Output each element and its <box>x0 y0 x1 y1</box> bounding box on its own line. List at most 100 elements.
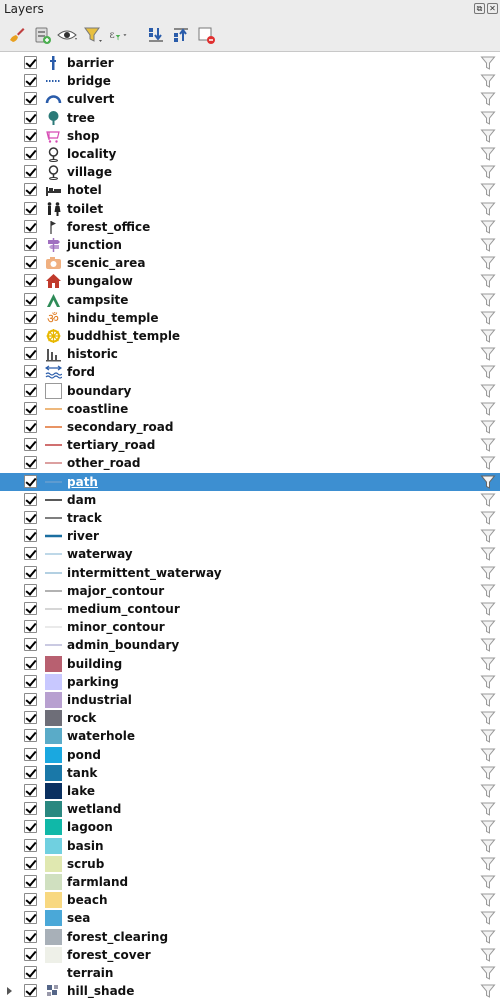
layer-row-major-contour[interactable]: major_contour <box>0 582 500 600</box>
layer-row-beach[interactable]: beach <box>0 891 500 909</box>
layer-row-building[interactable]: building <box>0 655 500 673</box>
add-group-icon[interactable] <box>32 25 52 45</box>
layer-row-boundary[interactable]: boundary <box>0 382 500 400</box>
expand-all-icon[interactable] <box>146 25 166 45</box>
layer-filter-icon[interactable] <box>480 565 496 581</box>
layer-visibility-checkbox[interactable] <box>24 310 37 324</box>
layer-filter-icon[interactable] <box>480 783 496 799</box>
layer-visibility-checkbox[interactable] <box>24 329 37 342</box>
layer-row-village[interactable]: village <box>0 163 500 181</box>
layer-filter-icon[interactable] <box>480 383 496 399</box>
eye-icon[interactable] <box>57 25 77 45</box>
layer-visibility-checkbox[interactable] <box>24 74 37 88</box>
layer-visibility-checkbox[interactable] <box>24 547 37 561</box>
layer-row-junction[interactable]: junction <box>0 236 500 254</box>
layer-filter-icon[interactable] <box>480 292 496 308</box>
layer-row-scrub[interactable]: scrub <box>0 855 500 873</box>
layer-row-pond[interactable]: pond <box>0 746 500 764</box>
layer-filter-icon[interactable] <box>480 237 496 253</box>
layer-visibility-checkbox[interactable] <box>24 92 37 106</box>
layer-row-medium-contour[interactable]: medium_contour <box>0 600 500 618</box>
layer-visibility-checkbox[interactable] <box>24 438 37 452</box>
layer-filter-icon[interactable] <box>480 346 496 362</box>
layer-visibility-checkbox[interactable] <box>24 420 37 433</box>
layer-visibility-checkbox[interactable] <box>24 875 37 888</box>
layer-visibility-checkbox[interactable] <box>24 274 37 288</box>
layer-row-lake[interactable]: lake <box>0 782 500 800</box>
layer-filter-icon[interactable] <box>480 364 496 380</box>
layer-filter-icon[interactable] <box>480 637 496 653</box>
layer-row-barrier[interactable]: barrier <box>0 54 500 72</box>
layer-visibility-checkbox[interactable] <box>24 656 37 670</box>
layer-visibility-checkbox[interactable] <box>24 947 37 961</box>
layer-visibility-checkbox[interactable] <box>24 292 37 306</box>
layer-filter-icon[interactable] <box>480 128 496 144</box>
filter-icon[interactable] <box>83 25 103 45</box>
layer-row-waterhole[interactable]: waterhole <box>0 727 500 745</box>
layer-row-locality[interactable]: locality <box>0 145 500 163</box>
layer-visibility-checkbox[interactable] <box>24 820 37 834</box>
layer-visibility-checkbox[interactable] <box>24 802 37 816</box>
layer-filter-icon[interactable] <box>480 983 496 999</box>
layer-visibility-checkbox[interactable] <box>24 347 37 361</box>
layer-row-culvert[interactable]: culvert <box>0 90 500 108</box>
layer-row-lagoon[interactable]: lagoon <box>0 818 500 836</box>
layer-row-farmland[interactable]: farmland <box>0 873 500 891</box>
layer-visibility-checkbox[interactable] <box>24 565 37 579</box>
float-panel-icon[interactable]: ⧉ <box>474 3 485 14</box>
layer-row-parking[interactable]: parking <box>0 673 500 691</box>
layer-visibility-checkbox[interactable] <box>24 711 37 725</box>
layer-filter-icon[interactable] <box>480 55 496 71</box>
layer-filter-icon[interactable] <box>480 619 496 635</box>
layer-visibility-checkbox[interactable] <box>24 219 37 233</box>
layer-row-other-road[interactable]: other_road <box>0 454 500 472</box>
layer-filter-icon[interactable] <box>480 710 496 726</box>
layer-row-intermittent-waterway[interactable]: intermittent_waterway <box>0 564 500 582</box>
layer-visibility-checkbox[interactable] <box>24 238 37 251</box>
layer-visibility-checkbox[interactable] <box>24 56 37 69</box>
layer-filter-icon[interactable] <box>480 91 496 107</box>
layer-row-minor-contour[interactable]: minor_contour <box>0 618 500 636</box>
layer-row-river[interactable]: river <box>0 527 500 545</box>
layer-visibility-checkbox[interactable] <box>24 966 37 979</box>
layer-row-sea[interactable]: sea <box>0 909 500 927</box>
layer-filter-icon[interactable] <box>480 492 496 508</box>
layer-row-historic[interactable]: historic <box>0 345 500 363</box>
layer-filter-icon[interactable] <box>480 182 496 198</box>
layer-filter-icon[interactable] <box>480 164 496 180</box>
layer-row-scenic-area[interactable]: scenic_area <box>0 254 500 272</box>
layer-visibility-checkbox[interactable] <box>24 929 37 943</box>
layer-visibility-checkbox[interactable] <box>24 620 37 634</box>
collapse-all-icon[interactable] <box>171 25 191 45</box>
layer-visibility-checkbox[interactable] <box>24 784 37 797</box>
layer-visibility-checkbox[interactable] <box>24 201 37 215</box>
layer-row-tertiary-road[interactable]: tertiary_road <box>0 436 500 454</box>
layer-visibility-checkbox[interactable] <box>24 984 37 998</box>
layer-filter-icon[interactable] <box>480 965 496 981</box>
layer-row-rock[interactable]: rock <box>0 709 500 727</box>
layer-row-campsite[interactable]: campsite <box>0 291 500 309</box>
layer-filter-icon[interactable] <box>480 401 496 417</box>
layer-row-wetland[interactable]: wetland <box>0 800 500 818</box>
layer-filter-icon[interactable] <box>480 219 496 235</box>
layer-row-admin-boundary[interactable]: admin_boundary <box>0 636 500 654</box>
layer-row-bridge[interactable]: bridge <box>0 72 500 90</box>
layer-row-dam[interactable]: dam <box>0 491 500 509</box>
layer-row-hotel[interactable]: hotel <box>0 181 500 199</box>
expand-arrow-icon[interactable] <box>7 987 12 996</box>
layer-row-forest-clearing[interactable]: forest_clearing <box>0 928 500 946</box>
layer-visibility-checkbox[interactable] <box>24 529 37 543</box>
layer-filter-icon[interactable] <box>480 583 496 599</box>
layer-row-forest-office[interactable]: forest_office <box>0 218 500 236</box>
layer-filter-icon[interactable] <box>480 910 496 926</box>
layer-row-tree[interactable]: tree <box>0 109 500 127</box>
layer-visibility-checkbox[interactable] <box>24 911 37 925</box>
layer-visibility-checkbox[interactable] <box>24 474 37 488</box>
paintbrush-icon[interactable] <box>7 25 27 45</box>
layer-visibility-checkbox[interactable] <box>24 165 37 179</box>
layer-visibility-checkbox[interactable] <box>24 693 37 706</box>
layer-row-buddhist-temple[interactable]: buddhist_temple <box>0 327 500 345</box>
layer-filter-icon[interactable] <box>480 747 496 763</box>
layer-visibility-checkbox[interactable] <box>24 765 37 779</box>
layer-row-hill-shade[interactable]: hill_shade <box>0 982 500 1000</box>
